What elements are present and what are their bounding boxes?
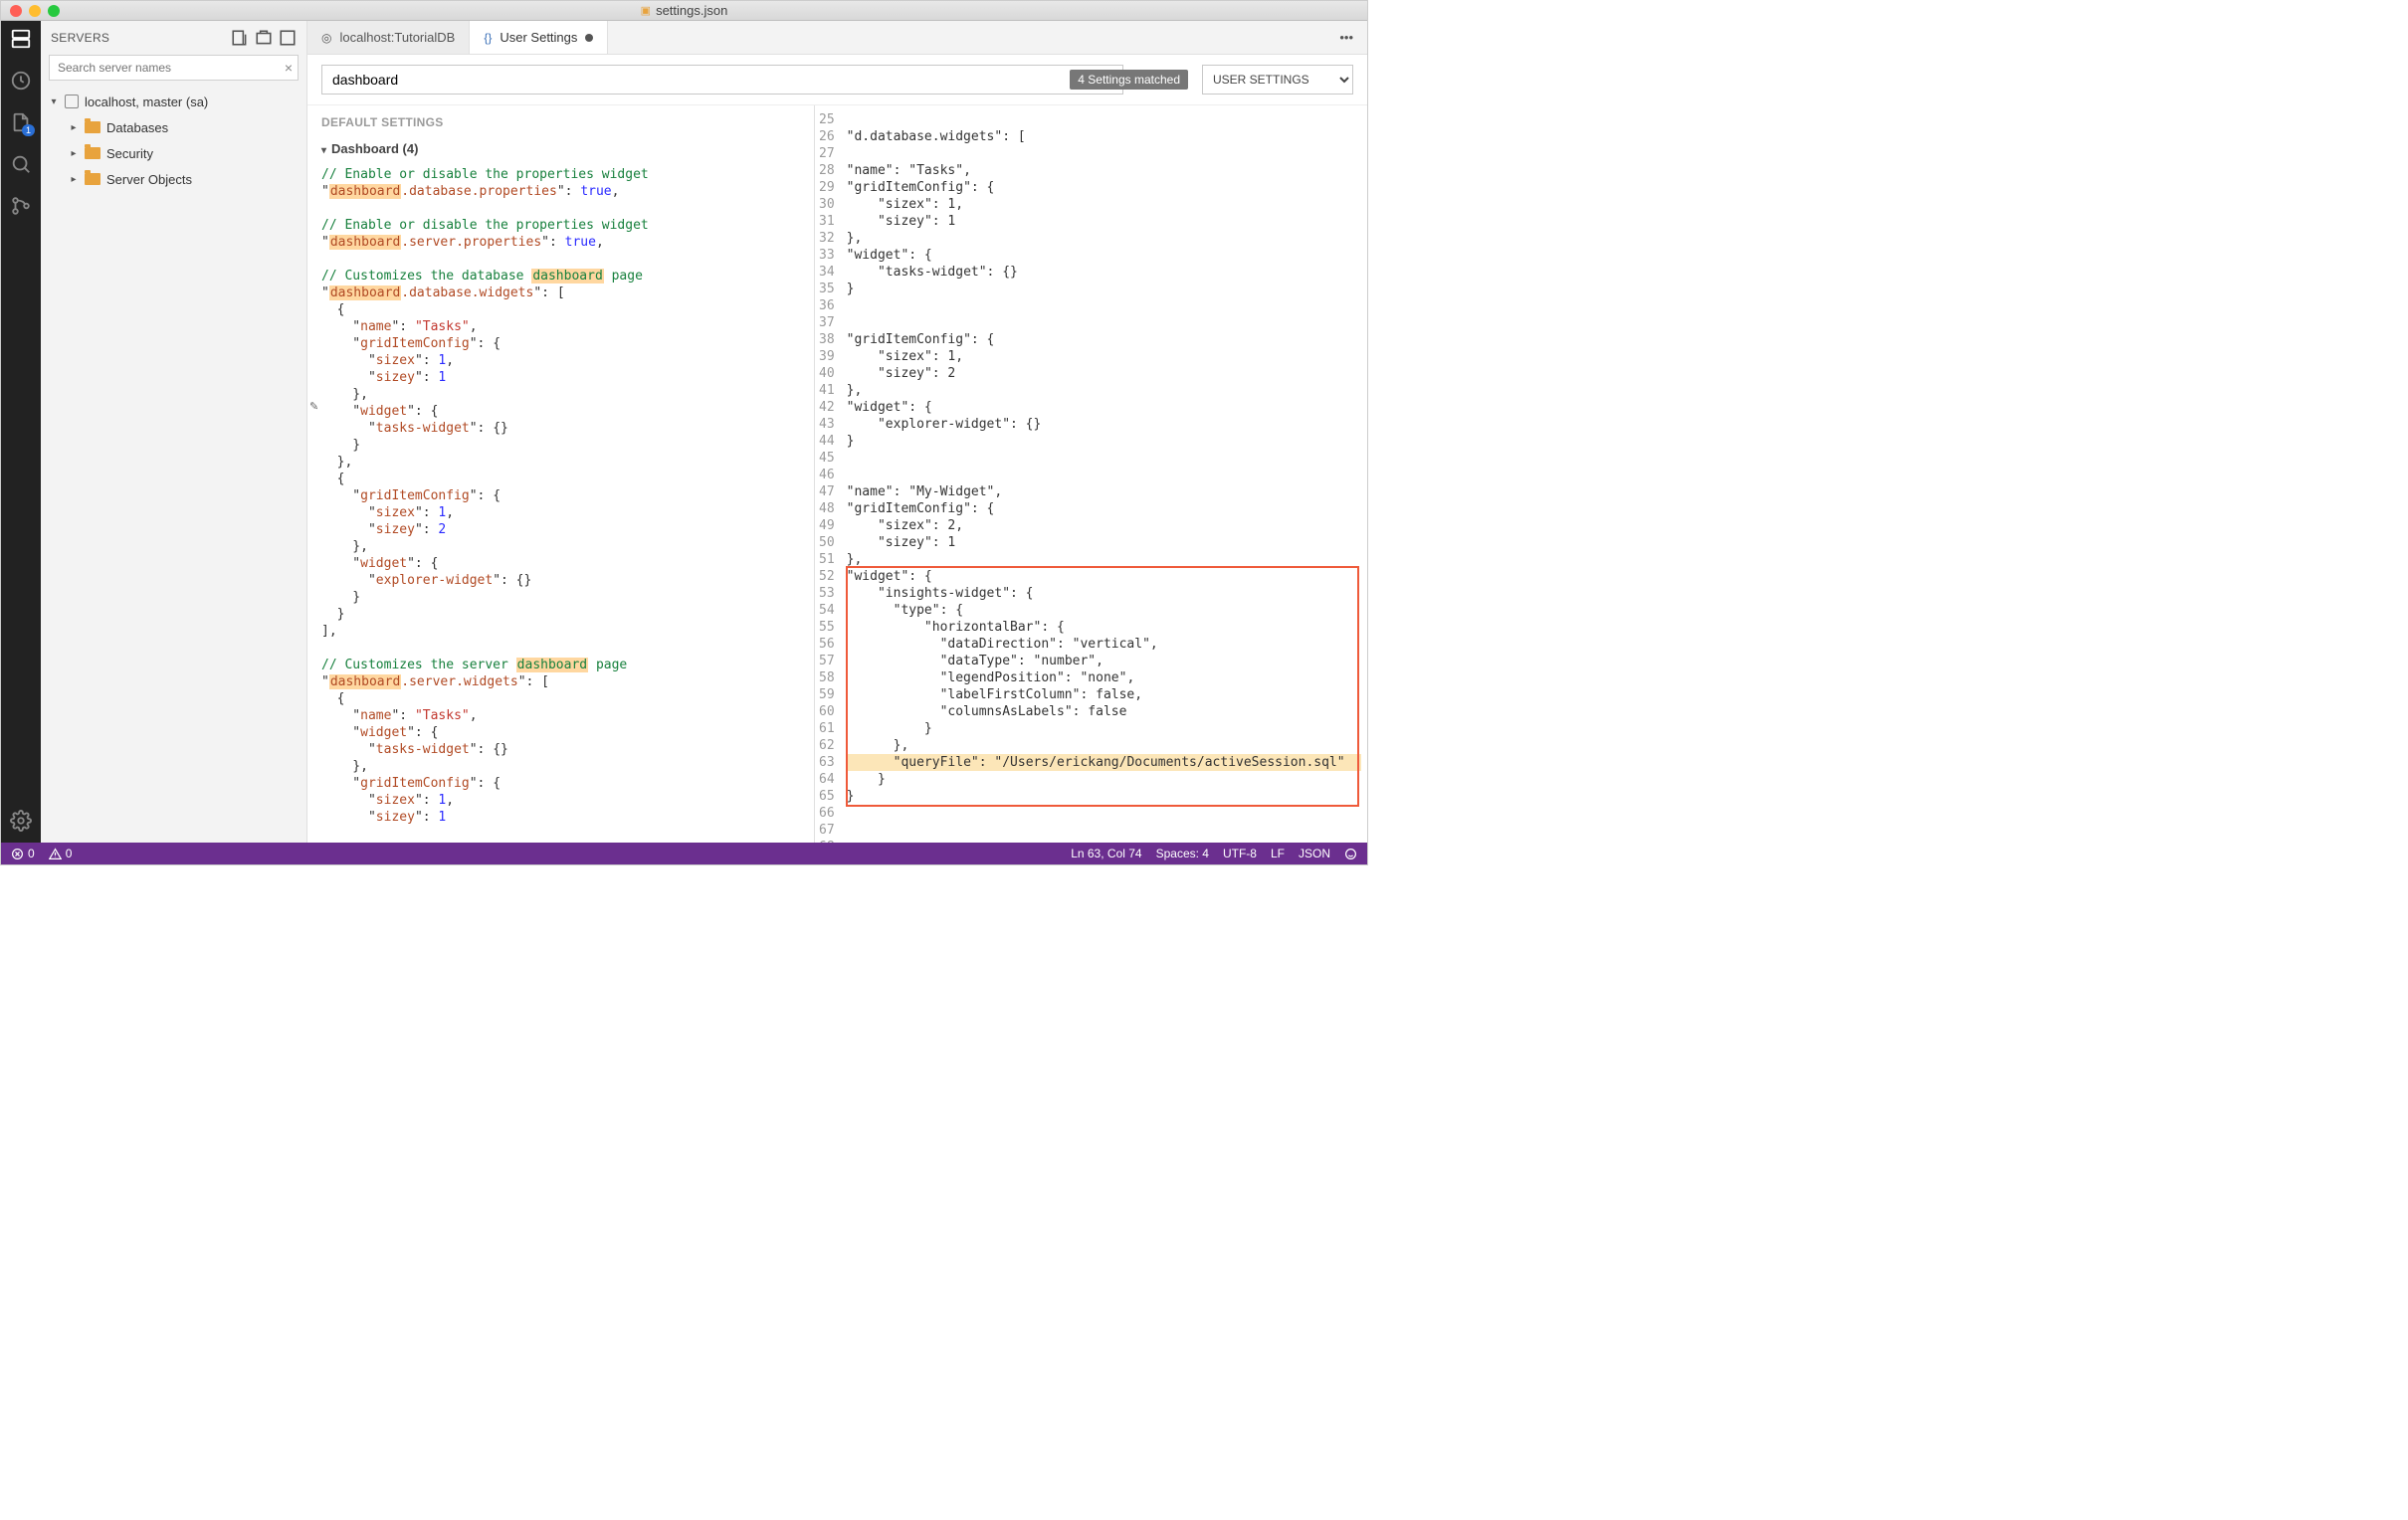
tab-label: localhost:TutorialDB <box>339 30 455 45</box>
collapse-icon[interactable] <box>279 29 297 47</box>
settings-scope-select[interactable]: USER SETTINGS <box>1202 65 1353 95</box>
status-encoding[interactable]: UTF-8 <box>1223 847 1257 860</box>
tab-user-settings[interactable]: {} User Settings <box>470 21 608 54</box>
tree-item-security[interactable]: ▸ Security <box>41 140 306 166</box>
tree-item-label: Server Objects <box>106 172 192 187</box>
tree-item-label: Databases <box>106 120 168 135</box>
dirty-indicator-icon <box>585 34 593 42</box>
minimize-window-button[interactable] <box>29 5 41 17</box>
history-icon[interactable] <box>9 69 33 93</box>
status-bar: 0 0 Ln 63, Col 74 Spaces: 4 UTF-8 LF JSO… <box>1 843 1367 864</box>
folder-icon <box>85 173 100 185</box>
close-window-button[interactable] <box>10 5 22 17</box>
tab-overflow-button[interactable]: ••• <box>1325 21 1367 54</box>
tree-item-label: Security <box>106 146 153 161</box>
status-warnings[interactable]: 0 <box>49 847 73 860</box>
sidebar-title: SERVERS <box>51 31 225 45</box>
server-label: localhost, master (sa) <box>85 95 208 109</box>
status-spaces[interactable]: Spaces: 4 <box>1156 847 1209 860</box>
status-lncol[interactable]: Ln 63, Col 74 <box>1071 847 1141 860</box>
zoom-window-button[interactable] <box>48 5 60 17</box>
status-eol[interactable]: LF <box>1271 847 1285 860</box>
settings-search-input[interactable] <box>321 65 1123 95</box>
window-title: ▣ settings.json <box>641 3 728 18</box>
clear-search-icon[interactable]: × <box>285 60 293 76</box>
braces-icon: {} <box>484 31 492 45</box>
sidebar: SERVERS × ▾ localhost, master (sa) ▸ Da <box>41 21 307 843</box>
servers-icon[interactable] <box>9 27 33 51</box>
group-label: Dashboard (4) <box>331 141 418 156</box>
line-numbers: 2526272829303132333435363738394041424344… <box>815 105 845 843</box>
explorer-badge: 1 <box>22 124 35 136</box>
settings-gear-icon[interactable] <box>9 809 33 833</box>
new-group-icon[interactable] <box>255 29 273 47</box>
explorer-icon[interactable]: 1 <box>9 110 33 134</box>
settings-matched-badge: 4 Settings matched <box>1070 70 1188 90</box>
default-settings-code[interactable]: // Enable or disable the properties widg… <box>307 164 814 843</box>
activity-bar: 1 <box>1 21 41 843</box>
tree-item-server-objects[interactable]: ▸ Server Objects <box>41 166 306 192</box>
user-settings-editor[interactable]: 2526272829303132333435363738394041424344… <box>815 105 1367 843</box>
group-dashboard[interactable]: ▾Dashboard (4) <box>307 137 814 164</box>
feedback-icon[interactable] <box>1344 848 1357 860</box>
tree-item-databases[interactable]: ▸ Databases <box>41 114 306 140</box>
window-title-text: settings.json <box>656 3 727 18</box>
tab-label: User Settings <box>500 30 577 45</box>
source-control-icon[interactable] <box>9 194 33 218</box>
globe-icon: ◎ <box>321 31 331 45</box>
status-errors[interactable]: 0 <box>11 847 35 860</box>
status-lang[interactable]: JSON <box>1299 847 1330 860</box>
file-icon: ▣ <box>641 4 651 17</box>
server-node[interactable]: ▾ localhost, master (sa) <box>41 89 306 114</box>
server-icon <box>65 95 79 108</box>
search-icon[interactable] <box>9 152 33 176</box>
new-connection-icon[interactable] <box>231 29 249 47</box>
default-settings-heading: DEFAULT SETTINGS <box>307 105 814 137</box>
server-search-input[interactable] <box>49 55 299 81</box>
edit-pencil-icon[interactable]: ✎ <box>309 400 318 413</box>
folder-icon <box>85 147 100 159</box>
folder-icon <box>85 121 100 133</box>
tab-bar: ◎ localhost:TutorialDB {} User Settings … <box>307 21 1367 55</box>
tab-connection[interactable]: ◎ localhost:TutorialDB <box>307 21 470 54</box>
titlebar: ▣ settings.json <box>1 1 1367 21</box>
